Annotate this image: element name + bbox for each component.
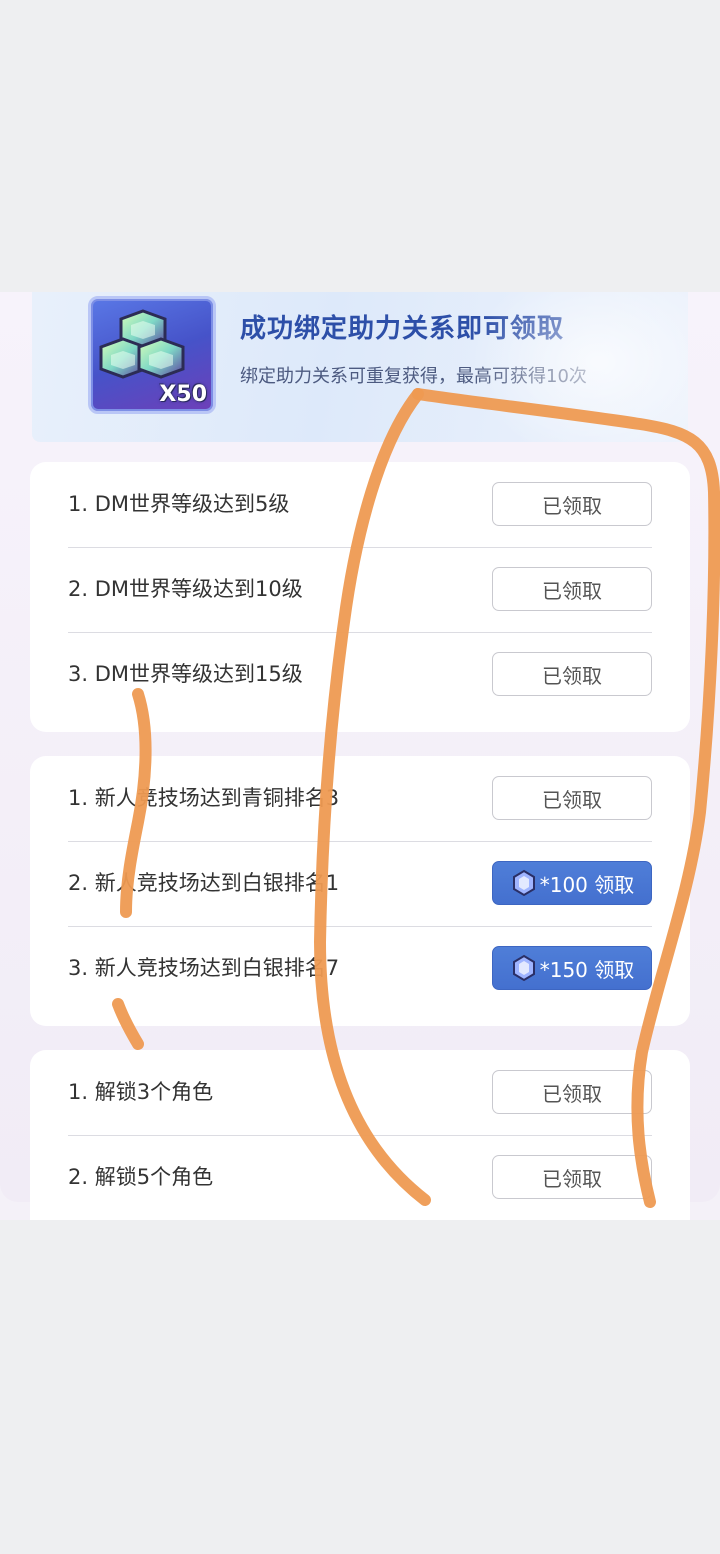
claimed-button[interactable]: 已领取 xyxy=(492,1155,652,1199)
task-row: 2. DM世界等级达到10级 已领取 xyxy=(68,547,652,633)
claimed-button[interactable]: 已领取 xyxy=(492,567,652,611)
task-label: 2. DM世界等级达到10级 xyxy=(68,577,303,601)
task-row: 2. 新人竞技场达到白银排名1 *100 领取 xyxy=(68,841,652,927)
claimed-button[interactable]: 已领取 xyxy=(492,776,652,820)
task-label: 1. DM世界等级达到5级 xyxy=(68,492,290,516)
claimed-button[interactable]: 已领取 xyxy=(492,652,652,696)
task-label: 1. 解锁3个角色 xyxy=(68,1080,214,1104)
task-label: 2. 解锁5个角色 xyxy=(68,1165,214,1189)
task-label: 2. 新人竞技场达到白银排名1 xyxy=(68,871,340,895)
reward-banner: X50 成功绑定助力关系即可领取 绑定助力关系可重复获得，最高可获得10次 xyxy=(32,292,688,442)
claim-button[interactable]: *100 领取 xyxy=(492,861,652,905)
task-group-characters: 1. 解锁3个角色 已领取 2. 解锁5个角色 已领取 xyxy=(30,1050,690,1220)
claim-button-label: *150 领取 xyxy=(539,957,635,982)
claimed-button[interactable]: 已领取 xyxy=(492,1070,652,1114)
task-row: 1. 新人竞技场达到青铜排名3 已领取 xyxy=(68,756,652,842)
banner-title: 成功绑定助力关系即可领取 xyxy=(240,314,565,344)
task-row: 1. 解锁3个角色 已领取 xyxy=(68,1050,652,1136)
gem-cluster-icon: X50 xyxy=(88,296,216,414)
gem-icon xyxy=(512,869,535,897)
task-group-arena: 1. 新人竞技场达到青铜排名3 已领取 2. 新人竞技场达到白银排名1 *100… xyxy=(30,756,690,1026)
banner-subtitle: 绑定助力关系可重复获得，最高可获得10次 xyxy=(240,366,587,387)
task-panel: X50 成功绑定助力关系即可领取 绑定助力关系可重复获得，最高可获得10次 1.… xyxy=(0,292,720,1220)
screenshot-region: X50 成功绑定助力关系即可领取 绑定助力关系可重复获得，最高可获得10次 1.… xyxy=(0,292,720,1220)
task-row: 1. DM世界等级达到5级 已领取 xyxy=(68,462,652,548)
claimed-button[interactable]: 已领取 xyxy=(492,482,652,526)
claim-button[interactable]: *150 领取 xyxy=(492,946,652,990)
task-label: 1. 新人竞技场达到青铜排名3 xyxy=(68,786,340,810)
task-label: 3. DM世界等级达到15级 xyxy=(68,662,303,686)
task-group-world-level: 1. DM世界等级达到5级 已领取 2. DM世界等级达到10级 已领取 3. … xyxy=(30,462,690,732)
reward-count-label: X50 xyxy=(159,382,207,407)
gem-icon xyxy=(512,954,535,982)
task-row: 3. DM世界等级达到15级 已领取 xyxy=(68,632,652,717)
claim-button-label: *100 领取 xyxy=(539,872,635,897)
task-label: 3. 新人竞技场达到白银排名7 xyxy=(68,956,340,980)
task-row: 3. 新人竞技场达到白银排名7 *150 领取 xyxy=(68,926,652,1011)
task-row: 2. 解锁5个角色 已领取 xyxy=(68,1135,652,1220)
